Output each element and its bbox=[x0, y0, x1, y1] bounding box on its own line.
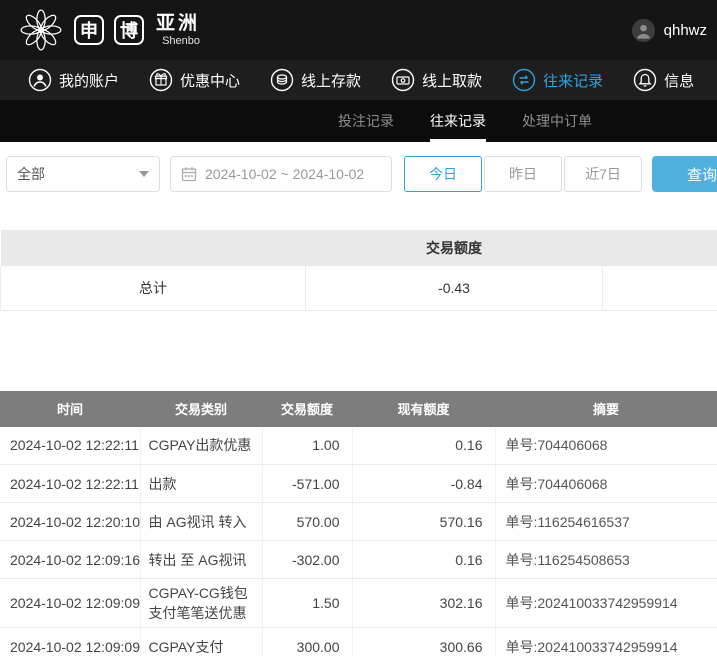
deposit-coins-icon bbox=[270, 68, 294, 92]
nav-item-label: 优惠中心 bbox=[180, 70, 240, 91]
brand-logo[interactable]: 申 博 亚洲 Shenbo bbox=[18, 7, 200, 53]
table-row: 2024-10-02 12:22:11 CGPAY出款优惠 1.00 0.16 … bbox=[0, 427, 717, 465]
cell-type: 出款 bbox=[140, 465, 262, 503]
chevron-down-icon bbox=[139, 171, 149, 177]
cell-amount: -302.00 bbox=[262, 541, 352, 579]
user-account[interactable]: qhhwz bbox=[631, 18, 707, 43]
filter-bar: 全部 2024-10-02 ~ 2024-10-02 今日 昨日 近7日 查询 bbox=[0, 142, 717, 192]
nav-item-withdraw[interactable]: 线上取款 bbox=[391, 68, 482, 92]
cell-type: CGPAY-CG钱包支付笔笔送优惠 bbox=[140, 579, 262, 628]
tab-bet-records[interactable]: 投注记录 bbox=[338, 100, 394, 142]
records-tab-bar: 投注记录 往来记录 处理中订单 bbox=[0, 100, 717, 142]
yesterday-button[interactable]: 昨日 bbox=[484, 156, 562, 192]
cell-time: 2024-10-02 12:20:10 bbox=[0, 503, 140, 541]
today-button[interactable]: 今日 bbox=[404, 156, 482, 192]
nav-item-label: 线上存款 bbox=[301, 70, 361, 91]
summary-header-empty bbox=[1, 230, 306, 266]
summary-total-value: -0.43 bbox=[306, 266, 603, 310]
tab-processing-orders[interactable]: 处理中订单 bbox=[522, 100, 592, 142]
nav-item-my-account[interactable]: 我的账户 bbox=[28, 68, 119, 92]
summary-table: 交易额度 总计 -0.43 bbox=[0, 230, 717, 311]
cell-amount: 1.00 bbox=[262, 427, 352, 465]
table-row: 2024-10-02 12:20:10 由 AG视讯 转入 570.00 570… bbox=[0, 503, 717, 541]
col-amount: 交易额度 bbox=[262, 391, 352, 427]
cell-balance: -0.84 bbox=[352, 465, 495, 503]
nav-item-promotions[interactable]: 优惠中心 bbox=[149, 68, 240, 92]
cell-amount: 300.00 bbox=[262, 628, 352, 656]
nav-item-deposit[interactable]: 线上存款 bbox=[270, 68, 361, 92]
cell-type: CGPAY出款优惠 bbox=[140, 427, 262, 465]
brand-char-bo: 博 bbox=[114, 15, 144, 45]
cell-type: CGPAY支付 bbox=[140, 628, 262, 656]
withdraw-banknote-icon bbox=[391, 68, 415, 92]
type-select-value: 全部 bbox=[17, 164, 45, 184]
cell-amount: 570.00 bbox=[262, 503, 352, 541]
col-time: 时间 bbox=[0, 391, 140, 427]
transaction-records-page: 申 博 亚洲 Shenbo qhhwz 我的账户 bbox=[0, 0, 717, 656]
cell-time: 2024-10-02 12:09:09 bbox=[0, 628, 140, 656]
cell-type: 转出 至 AG视讯 bbox=[140, 541, 262, 579]
cell-balance: 302.16 bbox=[352, 579, 495, 628]
cell-memo: 单号:202410033742959914 bbox=[495, 579, 717, 628]
date-range-input[interactable]: 2024-10-02 ~ 2024-10-02 bbox=[170, 156, 392, 192]
records-header-row: 时间 交易类别 交易额度 现有额度 摘要 bbox=[0, 391, 717, 427]
cell-time: 2024-10-02 12:09:16 bbox=[0, 541, 140, 579]
col-balance: 现有额度 bbox=[352, 391, 495, 427]
nav-item-label: 我的账户 bbox=[59, 70, 119, 91]
gift-icon bbox=[149, 68, 173, 92]
cell-amount: 1.50 bbox=[262, 579, 352, 628]
summary-header-amount: 交易额度 bbox=[306, 230, 603, 266]
calendar-icon bbox=[181, 166, 197, 182]
cell-type: 由 AG视讯 转入 bbox=[140, 503, 262, 541]
main-navigation: 我的账户 优惠中心 线上存款 线上取款 往来记录 bbox=[0, 60, 717, 100]
records-table: 时间 交易类别 交易额度 现有额度 摘要 2024-10-02 12:22:11… bbox=[0, 391, 717, 656]
cell-balance: 300.66 bbox=[352, 628, 495, 656]
col-memo: 摘要 bbox=[495, 391, 717, 427]
table-row: 2024-10-02 12:22:11 出款 -571.00 -0.84 单号:… bbox=[0, 465, 717, 503]
last-7-days-button[interactable]: 近7日 bbox=[564, 156, 642, 192]
flower-logo-icon bbox=[18, 7, 64, 53]
nav-item-label: 信息 bbox=[664, 70, 694, 91]
cell-memo: 单号:202410033742959914 bbox=[495, 628, 717, 656]
summary-header-empty-2 bbox=[603, 230, 717, 266]
cell-memo: 单号:116254616537 bbox=[495, 503, 717, 541]
brand-text: 亚洲 Shenbo bbox=[156, 14, 200, 47]
cell-balance: 0.16 bbox=[352, 541, 495, 579]
cell-amount: -571.00 bbox=[262, 465, 352, 503]
exchange-records-icon bbox=[512, 68, 536, 92]
account-icon bbox=[28, 68, 52, 92]
cell-memo: 单号:704406068 bbox=[495, 427, 717, 465]
user-avatar-icon bbox=[631, 18, 656, 43]
nav-item-label: 线上取款 bbox=[422, 70, 482, 91]
cell-time: 2024-10-02 12:09:09 bbox=[0, 579, 140, 628]
cell-balance: 0.16 bbox=[352, 427, 495, 465]
summary-total-row: 总计 -0.43 bbox=[1, 266, 717, 310]
col-type: 交易类别 bbox=[140, 391, 262, 427]
brand-english-label: Shenbo bbox=[156, 36, 200, 47]
date-range-value: 2024-10-02 ~ 2024-10-02 bbox=[205, 166, 364, 182]
brand-char-shen: 申 bbox=[74, 15, 104, 45]
nav-item-transaction-records[interactable]: 往来记录 bbox=[512, 68, 603, 92]
nav-item-label: 往来记录 bbox=[543, 70, 603, 91]
cell-time: 2024-10-02 12:22:11 bbox=[0, 427, 140, 465]
summary-total-empty bbox=[603, 266, 717, 310]
table-row: 2024-10-02 12:09:16 转出 至 AG视讯 -302.00 0.… bbox=[0, 541, 717, 579]
summary-header-row: 交易额度 bbox=[1, 230, 717, 266]
nav-item-messages[interactable]: 信息 bbox=[633, 68, 694, 92]
cell-balance: 570.16 bbox=[352, 503, 495, 541]
cell-memo: 单号:116254508653 bbox=[495, 541, 717, 579]
query-button[interactable]: 查询 bbox=[652, 156, 717, 192]
table-row: 2024-10-02 12:09:09 CGPAY支付 300.00 300.6… bbox=[0, 628, 717, 656]
table-row: 2024-10-02 12:09:09 CGPAY-CG钱包支付笔笔送优惠 1.… bbox=[0, 579, 717, 628]
cell-memo: 单号:704406068 bbox=[495, 465, 717, 503]
bell-icon bbox=[633, 68, 657, 92]
top-header: 申 博 亚洲 Shenbo qhhwz bbox=[0, 0, 717, 60]
type-select[interactable]: 全部 bbox=[6, 156, 160, 192]
tab-transaction-records[interactable]: 往来记录 bbox=[430, 100, 486, 142]
brand-region-label: 亚洲 bbox=[156, 14, 200, 33]
summary-total-label: 总计 bbox=[1, 266, 306, 310]
username-label: qhhwz bbox=[664, 22, 707, 39]
cell-time: 2024-10-02 12:22:11 bbox=[0, 465, 140, 503]
